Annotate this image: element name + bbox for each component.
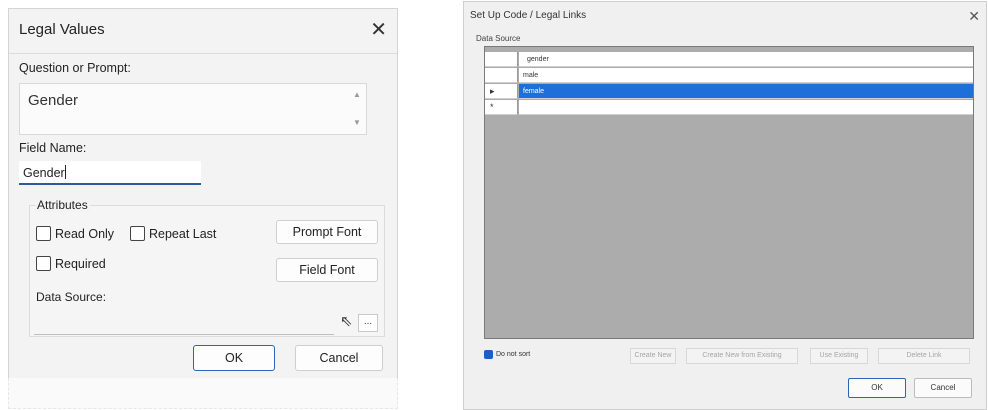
checkbox-box (130, 226, 145, 241)
data-source-label: Data Source (476, 34, 521, 43)
checkbox-checked-icon (484, 350, 493, 359)
table-row[interactable]: male (485, 68, 973, 84)
title-divider (9, 53, 397, 54)
text-caret (64, 165, 66, 179)
question-label: Question or Prompt: (19, 61, 131, 75)
field-name-input[interactable]: Gender (19, 161, 201, 185)
legal-values-dialog: Legal Values ✕ Question or Prompt: Gende… (8, 8, 398, 380)
checkbox-box (36, 226, 51, 241)
table-row-selected[interactable]: ▸ female (485, 84, 973, 100)
attributes-group: Attributes Read Only Repeat Last Require… (29, 198, 385, 337)
row-current-marker[interactable]: ▸ (485, 84, 518, 99)
use-existing-button[interactable]: Use Existing (810, 348, 868, 364)
read-only-checkbox[interactable]: Read Only (36, 226, 114, 241)
data-source-field[interactable] (34, 334, 334, 335)
create-new-from-existing-button[interactable]: Create New from Existing (686, 348, 798, 364)
mouse-cursor-icon: ⇖ (340, 313, 353, 330)
browse-button[interactable]: ... (358, 314, 378, 332)
delete-link-button[interactable]: Delete Link (878, 348, 970, 364)
question-textarea[interactable]: Gender ▲ ▼ (19, 83, 367, 135)
do-not-sort-label: Do not sort (496, 351, 531, 358)
do-not-sort-checkbox[interactable]: Do not sort (484, 350, 530, 359)
data-source-grid[interactable]: gender male ▸ female * (484, 46, 974, 339)
create-new-button[interactable]: Create New (630, 348, 676, 364)
field-font-button[interactable]: Field Font (276, 258, 378, 282)
row-header (485, 52, 518, 67)
ok-button[interactable]: OK (848, 378, 906, 398)
cancel-button[interactable]: Cancel (295, 345, 383, 371)
data-source-label: Data Source: (36, 290, 107, 304)
dialog-title: Legal Values (19, 21, 105, 38)
row-header[interactable] (485, 68, 518, 83)
repeat-last-label: Repeat Last (149, 226, 217, 241)
table-cell[interactable]: female (519, 84, 973, 99)
prompt-font-button[interactable]: Prompt Font (276, 220, 378, 244)
close-icon[interactable]: ✕ (370, 17, 387, 42)
repeat-last-checkbox[interactable]: Repeat Last (130, 226, 216, 241)
dialog-title: Set Up Code / Legal Links (470, 10, 587, 21)
dialog-footer-strip (8, 378, 398, 409)
scroll-up-icon[interactable]: ▲ (352, 90, 362, 99)
field-name-label: Field Name: (19, 141, 87, 155)
required-label: Required (55, 256, 106, 271)
attributes-label: Attributes (35, 198, 90, 212)
read-only-label: Read Only (55, 226, 115, 241)
required-checkbox[interactable]: Required (36, 256, 106, 271)
ok-button[interactable]: OK (193, 345, 275, 371)
checkbox-box (36, 256, 51, 271)
close-icon[interactable]: ✕ (968, 8, 980, 25)
cancel-button[interactable]: Cancel (914, 378, 972, 398)
table-cell[interactable]: male (519, 68, 973, 83)
column-header[interactable]: gender (519, 52, 973, 67)
table-cell[interactable] (519, 100, 973, 115)
question-value: Gender (28, 92, 79, 109)
scroll-down-icon[interactable]: ▼ (352, 118, 362, 127)
new-row[interactable]: * (485, 100, 973, 116)
row-new-marker[interactable]: * (485, 100, 518, 115)
grid-header-row: gender (485, 52, 973, 68)
legal-links-dialog: Set Up Code / Legal Links ✕ Data Source … (463, 1, 987, 410)
field-name-value: Gender (23, 166, 65, 180)
